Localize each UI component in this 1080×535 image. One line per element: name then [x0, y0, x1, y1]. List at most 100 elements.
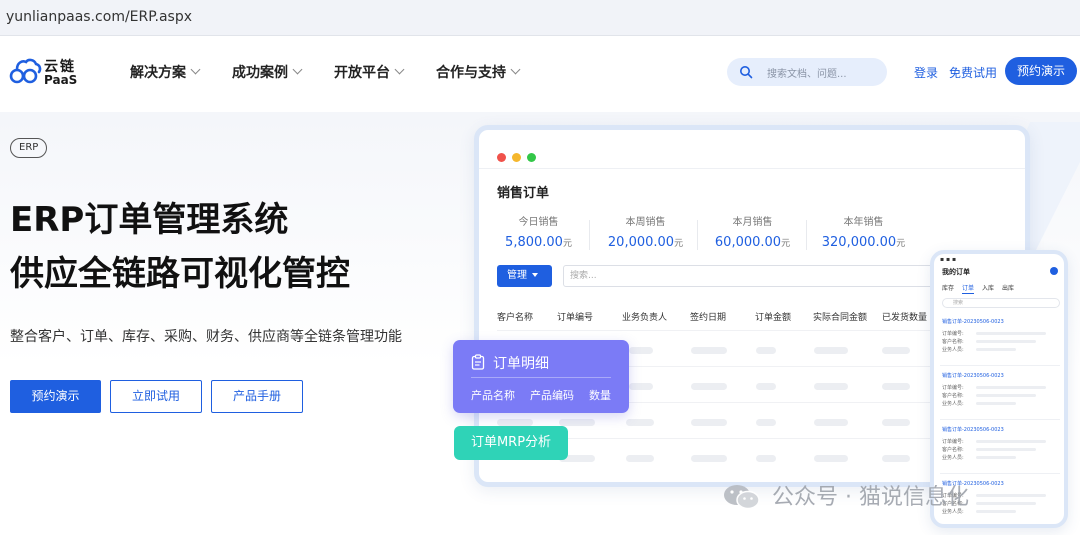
- placeholder-bar: [814, 347, 848, 354]
- maximize-dot-icon: [527, 153, 536, 162]
- field-label: 业务人员:: [942, 401, 964, 407]
- divider: [806, 220, 807, 250]
- hero-book-demo-button[interactable]: 预约演示: [10, 380, 101, 413]
- detail-field: 产品名称: [471, 389, 515, 402]
- placeholder-bar: [691, 347, 727, 354]
- free-trial-link[interactable]: 免费试用: [949, 64, 997, 81]
- wechat-icon: [724, 485, 760, 510]
- login-link[interactable]: 登录: [914, 64, 938, 81]
- nav-item-open-platform[interactable]: 开放平台: [334, 62, 405, 82]
- hero-section: ERP ERP订单管理系统 供应全链路可视化管控 整合客户、订单、库存、采购、财…: [0, 112, 1080, 535]
- logo[interactable]: 云链 PaaS: [8, 54, 88, 90]
- column-header: 已发货数量: [882, 313, 928, 323]
- placeholder-bar: [976, 440, 1046, 443]
- window-title: 销售订单: [497, 186, 550, 201]
- stat-unit: 元: [674, 239, 684, 249]
- phone-search-input: 搜索: [942, 298, 1060, 308]
- column-header: 签约日期: [690, 313, 727, 323]
- placeholder-bar: [497, 419, 533, 426]
- nav-item-solutions[interactable]: 解决方案: [130, 62, 201, 82]
- nav-item-label: 合作与支持: [436, 65, 506, 81]
- divider: [589, 220, 590, 250]
- chevron-down-icon: [394, 64, 405, 75]
- minimize-dot-icon: [512, 153, 521, 162]
- placeholder-bar: [756, 419, 776, 426]
- placeholder-bar: [559, 419, 595, 426]
- placeholder-bar: [976, 510, 1016, 513]
- phone-order-card: 销售订单-20230506-0023 订单编号: 客户名称: 业务人员:: [940, 316, 1060, 366]
- manage-label: 管理: [507, 270, 527, 281]
- try-now-button[interactable]: 立即试用: [110, 380, 202, 413]
- phone-tab-orders: 订单: [962, 285, 975, 294]
- placeholder-bar: [976, 402, 1016, 405]
- placeholder-bar: [814, 419, 848, 426]
- field-label: 订单编号:: [942, 385, 964, 391]
- field-label: 客户名称:: [942, 339, 964, 345]
- top-navigation: 云链 PaaS 解决方案 成功案例 开放平台 合作与支持 搜索文档、问题... …: [0, 40, 1080, 104]
- stat-value: 20,000.00: [607, 235, 675, 250]
- placeholder-bar: [976, 494, 1046, 497]
- chevron-down-icon: [292, 64, 303, 75]
- stat-month: 本月销售 60,000.00元: [700, 213, 805, 250]
- placeholder-bar: [976, 448, 1036, 451]
- phone-tab-outbound: 出库: [1002, 285, 1015, 292]
- url-text[interactable]: yunlianpaas.com/ERP.aspx: [6, 9, 192, 25]
- chevron-down-icon: [510, 64, 521, 75]
- placeholder-bar: [691, 419, 727, 426]
- placeholder-bar: [976, 348, 1016, 351]
- stat-unit: 元: [896, 239, 906, 249]
- placeholder-bar: [814, 383, 848, 390]
- product-manual-button[interactable]: 产品手册: [211, 380, 303, 413]
- chain-logo-icon: [9, 58, 42, 84]
- add-icon: [1050, 267, 1058, 275]
- placeholder-bar: [626, 419, 654, 426]
- field-label: 订单编号:: [942, 331, 964, 337]
- divider: [479, 168, 1025, 169]
- stat-unit: 元: [562, 239, 572, 249]
- manage-dropdown-button[interactable]: 管理: [497, 265, 552, 287]
- watermark-text: 公众号 · 猫说信息化: [772, 485, 969, 510]
- field-label: 客户名称:: [942, 393, 964, 399]
- hero-title-line2: 供应全链路可视化管控: [10, 254, 350, 294]
- hero-title-line1: ERP订单管理系统: [10, 200, 289, 240]
- phone-order-card: 销售订单-20230506-0023 订单编号: 客户名称: 业务人员:: [940, 424, 1060, 474]
- placeholder-bar: [882, 383, 910, 390]
- nav-item-partner-support[interactable]: 合作与支持: [436, 62, 521, 82]
- placeholder-bar: [882, 347, 910, 354]
- stat-value: 60,000.00: [714, 235, 782, 250]
- window-search-input[interactable]: 搜索...: [563, 265, 963, 287]
- order-id: 销售订单-20230506-0023: [942, 373, 1004, 379]
- placeholder-bar: [882, 419, 910, 426]
- clipboard-icon: [471, 354, 485, 370]
- stat-label: 本周销售: [625, 217, 666, 228]
- search-icon: [740, 66, 753, 79]
- book-demo-button[interactable]: 预约演示: [1005, 57, 1077, 85]
- phone-tab-inventory: 库存: [942, 285, 955, 292]
- chevron-down-icon: [190, 64, 201, 75]
- field-label: 订单编号:: [942, 439, 964, 445]
- placeholder-bar: [814, 455, 848, 462]
- placeholder-bar: [756, 383, 776, 390]
- placeholder-bar: [756, 455, 776, 462]
- field-label: 业务人员:: [942, 347, 964, 353]
- placeholder-bar: [626, 455, 654, 462]
- browser-url-bar[interactable]: yunlianpaas.com/ERP.aspx: [0, 0, 1080, 36]
- nav-item-label: 解决方案: [130, 65, 186, 81]
- logo-name-en: PaaS: [44, 73, 78, 87]
- stat-label: 本年销售: [843, 217, 884, 228]
- window-controls: [497, 147, 542, 162]
- column-header: 业务负责人: [622, 313, 668, 323]
- divider: [697, 220, 698, 250]
- nav-item-label: 成功案例: [232, 65, 288, 81]
- column-header: 实际合同金额: [813, 313, 868, 323]
- search-input[interactable]: 搜索文档、问题...: [727, 58, 887, 86]
- placeholder-bar: [976, 386, 1046, 389]
- nav-item-cases[interactable]: 成功案例: [232, 62, 303, 82]
- hero-description: 整合客户、订单、库存、采购、财务、供应商等全链条管理功能: [10, 329, 402, 345]
- phone-order-card: 销售订单-20230506-0023 订单编号: 客户名称: 业务人员:: [940, 370, 1060, 420]
- stat-label: 本月销售: [732, 217, 773, 228]
- stat-today: 今日销售 5,800.00元: [486, 213, 591, 250]
- placeholder-bar: [629, 347, 653, 354]
- placeholder-bar: [691, 383, 727, 390]
- detail-field: 数量: [589, 389, 611, 402]
